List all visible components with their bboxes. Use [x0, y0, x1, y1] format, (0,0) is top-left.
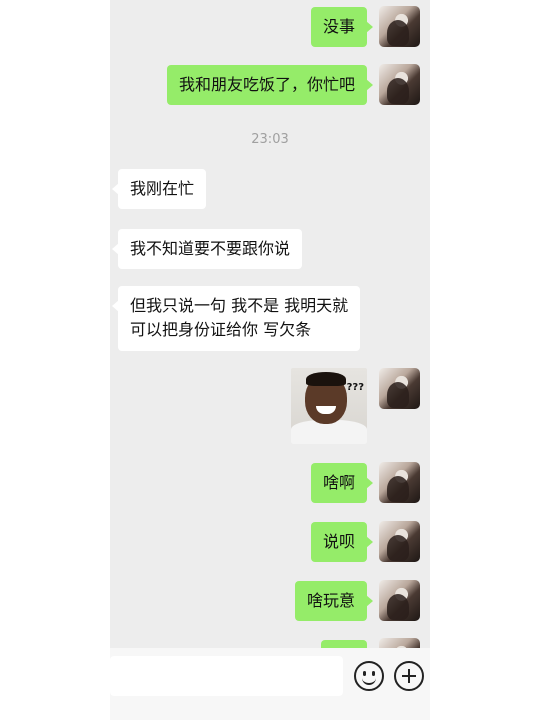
message-row: 我刚在忙	[110, 169, 430, 211]
message-row: 啥玩意	[110, 580, 430, 622]
my-avatar[interactable]	[379, 6, 420, 47]
message-bubble-out[interactable]: 啥啊	[310, 463, 374, 503]
plus-icon[interactable]	[394, 661, 424, 691]
message-row: 啥啊	[110, 462, 430, 504]
message-bubble-in[interactable]: 但我只说一句 我不是 我明天就 可以把身份证给你 写欠条	[111, 286, 361, 351]
sticker-image[interactable]: ???	[291, 368, 367, 444]
message-bubble-out[interactable]: 没事	[310, 7, 374, 47]
message-input[interactable]	[110, 656, 343, 696]
message-row: 但我只说一句 我不是 我明天就 可以把身份证给你 写欠条	[110, 286, 430, 352]
message-bubble-out[interactable]: 说呗	[310, 522, 374, 562]
message-bubble-in[interactable]: 我不知道要不要跟你说	[111, 229, 303, 269]
message-bubble-in[interactable]: 我刚在忙	[111, 169, 207, 209]
message-row: 没事	[110, 6, 430, 48]
message-bubble-out[interactable]: 啥玩意	[294, 581, 374, 621]
emoji-mouth	[362, 676, 376, 685]
timestamp: 23:03	[251, 132, 289, 147]
message-row: 我不知道要不要跟你说	[110, 229, 430, 271]
message-row: 说呗	[110, 521, 430, 563]
my-avatar[interactable]	[379, 462, 420, 503]
emoji-icon[interactable]	[354, 661, 384, 691]
my-avatar[interactable]	[379, 368, 420, 409]
sticker-hair	[306, 372, 346, 386]
message-bubble-out[interactable]: 我和朋友吃饭了，你忙吧	[166, 65, 374, 105]
plus-bar	[408, 669, 410, 683]
input-bar	[110, 648, 430, 720]
my-avatar[interactable]	[379, 580, 420, 621]
message-row: 我和朋友吃饭了，你忙吧	[110, 64, 430, 106]
sticker-question-marks: ???	[346, 382, 364, 393]
message-row: ???	[110, 368, 430, 446]
chat-area: 没事 我和朋友吃饭了，你忙吧 23:03 我刚在忙 我不知道要不要跟你说 但我只…	[110, 0, 430, 720]
my-avatar[interactable]	[379, 521, 420, 562]
my-avatar[interactable]	[379, 64, 420, 105]
